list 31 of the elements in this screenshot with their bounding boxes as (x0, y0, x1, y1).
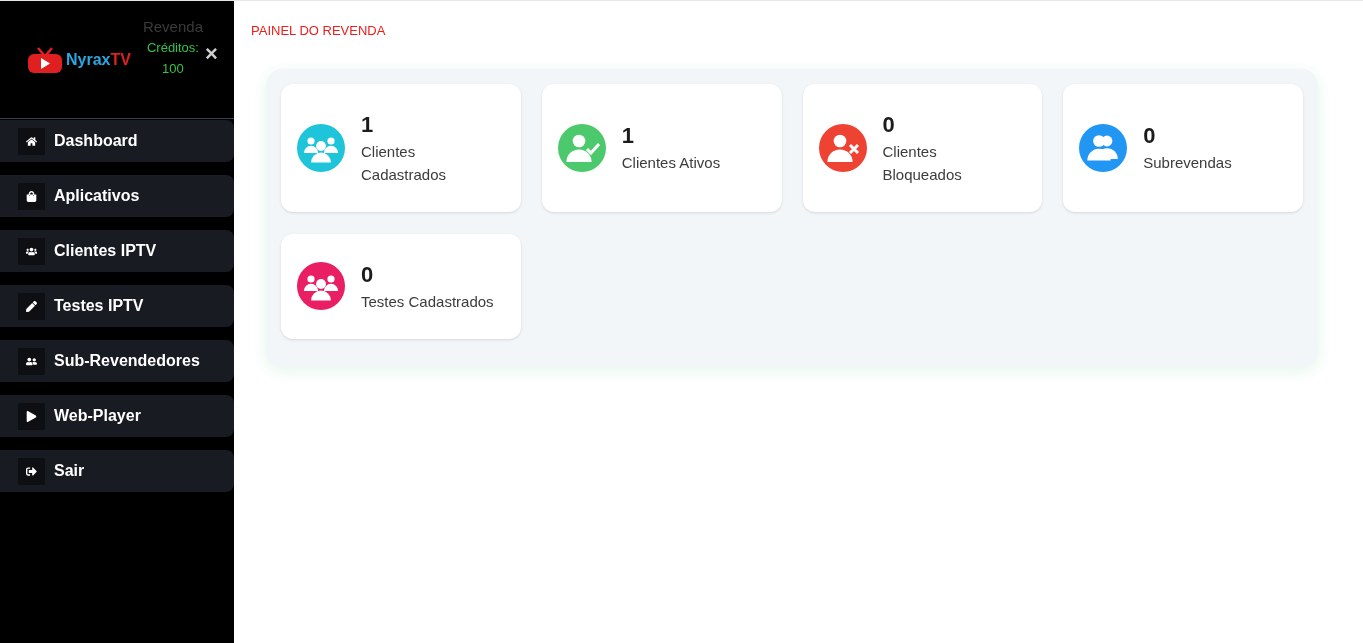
menu-item[interactable]: Clientes IPTV (0, 230, 234, 272)
stat-value: 0 (1143, 122, 1157, 150)
stat-value: 0 (361, 260, 375, 289)
stat-label: Testes Cadastrados (361, 291, 494, 312)
stat-value: 1 (361, 110, 375, 139)
stat-value: 1 (621, 122, 635, 150)
logo-text: NyraxTV (66, 49, 131, 70)
users-icon (26, 245, 37, 257)
stat-label: Clientes Bloqueados (882, 141, 963, 185)
page-title: PAINEL DO REVENDA (251, 22, 387, 40)
users-icon (26, 355, 37, 367)
tv-logo-icon (28, 45, 62, 74)
stat-value: 0 (882, 110, 896, 139)
close-button[interactable]: × (205, 42, 218, 65)
menu-item[interactable]: Sair (0, 450, 234, 492)
pencil-icon (26, 300, 37, 312)
credits-value: 100 (162, 60, 184, 78)
home-icon (26, 135, 37, 147)
menu-item[interactable]: Aplicativos (0, 175, 234, 217)
stat-label: Clientes Ativos (621, 153, 721, 173)
stat-label: Subrevendas (1143, 153, 1232, 173)
play-icon (26, 410, 37, 422)
menu-item[interactable]: Testes IPTV (0, 285, 234, 327)
menu-item[interactable]: Web-Player (0, 395, 234, 437)
credits-label: Créditos: (146, 39, 199, 57)
menu-item[interactable]: Dashboard (0, 120, 234, 162)
stat-label: Clientes Cadastrados (361, 141, 448, 185)
logout-icon (26, 465, 37, 477)
role-label: Revenda (142, 17, 203, 37)
menu-item[interactable]: Sub-Revendedores (0, 340, 234, 382)
bag-icon (26, 190, 37, 202)
